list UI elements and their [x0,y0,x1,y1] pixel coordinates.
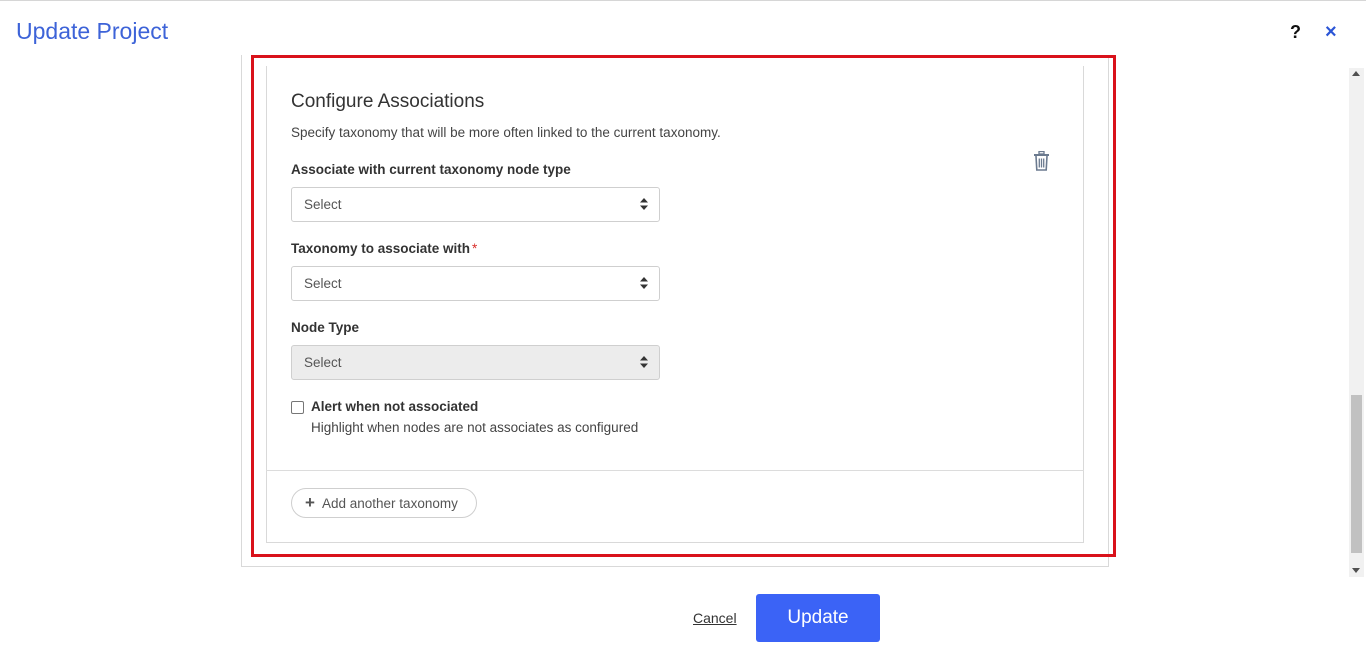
node-type-current-select[interactable]: Select [291,187,660,222]
help-icon[interactable]: ? [1290,22,1301,43]
select-arrows-icon [640,277,648,289]
select-arrows-icon [640,198,648,210]
close-icon[interactable]: × [1325,21,1337,44]
taxonomy-label-text: Taxonomy to associate with [291,241,471,256]
plus-icon: + [305,493,315,512]
top-border [0,0,1366,1]
select-value: Select [304,355,342,370]
add-taxonomy-button[interactable]: + Add another taxonomy [291,488,477,518]
section-title: Configure Associations [291,91,485,112]
update-button[interactable]: Update [756,594,880,642]
cancel-button[interactable]: Cancel [693,610,737,626]
taxonomy-label: Taxonomy to associate with * [291,241,477,256]
node-type-label: Node Type [291,320,360,335]
select-value: Select [304,276,342,291]
alert-help-text: Highlight when nodes are not associates … [311,420,639,435]
select-arrows-icon [640,356,648,368]
required-marker: * [472,241,478,256]
scroll-down-arrow-icon[interactable] [1352,568,1360,573]
scrollbar[interactable] [1349,68,1364,577]
scrollbar-thumb[interactable] [1351,395,1362,553]
select-value: Select [304,197,342,212]
card-divider [266,470,1084,471]
taxonomy-select[interactable]: Select [291,266,660,301]
section-description: Specify taxonomy that will be more often… [291,125,721,140]
alert-checkbox-label[interactable]: Alert when not associated [311,399,478,414]
modal-title: Update Project [16,18,169,44]
add-taxonomy-label: Add another taxonomy [322,496,458,511]
alert-checkbox[interactable] [291,401,304,414]
node-type-select[interactable]: Select [291,345,660,380]
node-type-current-label: Associate with current taxonomy node typ… [291,162,571,177]
trash-icon[interactable] [1033,150,1050,171]
scroll-up-arrow-icon[interactable] [1352,71,1360,76]
